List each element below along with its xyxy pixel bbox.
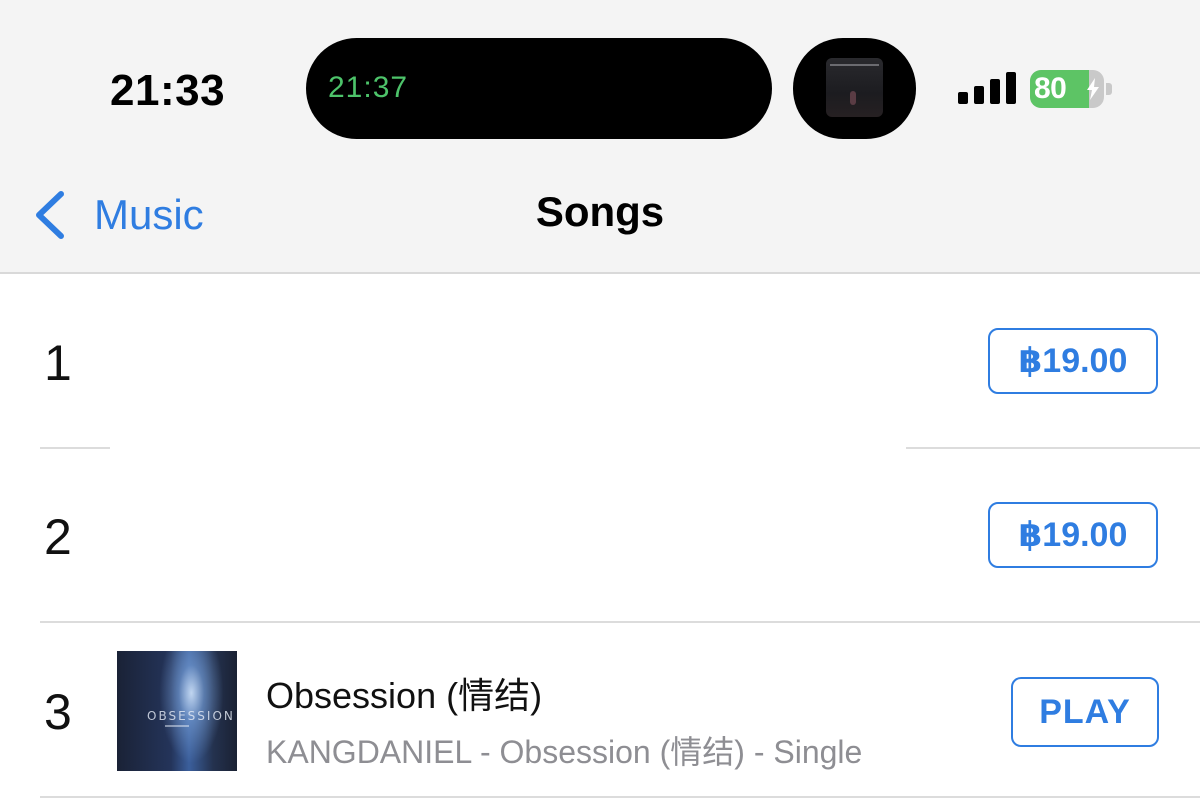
- artwork-title: OBSESSION: [147, 709, 235, 723]
- timer-readout: 21:37: [328, 71, 409, 104]
- song-row[interactable]: 1 ฿19.00: [0, 276, 1200, 449]
- cellular-signal-icon: [958, 72, 1016, 104]
- now-playing-artwork: [826, 58, 883, 117]
- album-artwork: OBSESSION: [117, 651, 237, 771]
- back-button[interactable]: Music: [30, 186, 204, 244]
- song-title: Obsession (情结): [266, 675, 543, 716]
- top-bar: 21:33 21:37 80 Music Songs: [0, 0, 1200, 274]
- charging-bolt-icon: [1087, 78, 1099, 100]
- song-row[interactable]: 2 ฿19.00: [0, 450, 1200, 623]
- dynamic-island-now-playing[interactable]: [793, 38, 916, 139]
- page-title: Songs: [535, 188, 665, 235]
- price-button[interactable]: ฿19.00: [988, 328, 1158, 394]
- song-number: 2: [44, 509, 72, 565]
- price-button[interactable]: ฿19.00: [988, 502, 1158, 568]
- song-subtitle: KANGDANIEL - Obsession (情结) - Single: [266, 734, 863, 770]
- battery-icon: 80: [1030, 70, 1112, 108]
- battery-percent: 80: [1034, 72, 1067, 105]
- song-number: 1: [44, 335, 72, 391]
- song-number: 3: [44, 684, 72, 740]
- row-divider: [40, 447, 110, 449]
- dynamic-island-timer[interactable]: 21:37: [306, 38, 772, 139]
- song-row[interactable]: 3 OBSESSION Obsession (情结) KANGDANIEL - …: [0, 625, 1200, 798]
- row-divider: [906, 447, 1200, 449]
- back-label: Music: [94, 191, 204, 238]
- row-divider: [40, 621, 1200, 623]
- chevron-left-icon: [36, 191, 64, 239]
- play-button[interactable]: PLAY: [1011, 677, 1159, 747]
- status-time: 21:33: [110, 66, 226, 115]
- row-divider: [40, 796, 1200, 798]
